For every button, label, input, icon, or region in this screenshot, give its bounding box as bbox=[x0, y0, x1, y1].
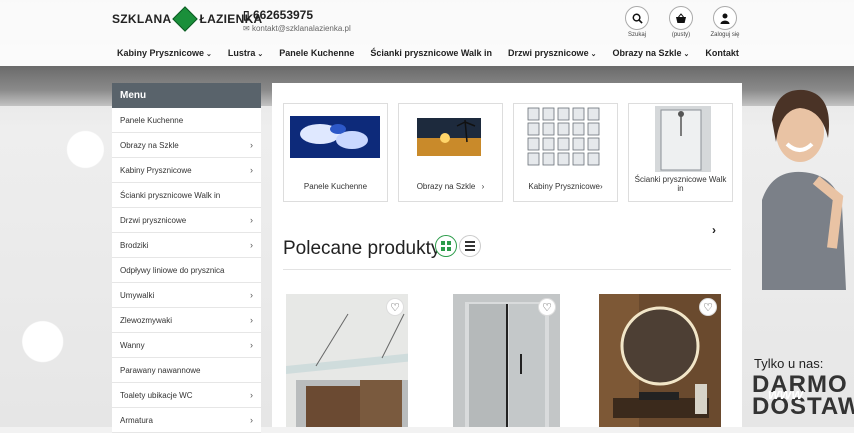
chevron-right-icon: › bbox=[250, 215, 253, 225]
nav-item-lustra[interactable]: Lustra ⌄ bbox=[220, 42, 271, 64]
menu-item-brodziki[interactable]: Brodziki › bbox=[112, 233, 261, 258]
chevron-down-icon: ⌄ bbox=[683, 51, 690, 58]
chevron-right-icon: › bbox=[250, 340, 253, 350]
product-card-mirror[interactable]: ♡ bbox=[599, 294, 721, 427]
site-logo[interactable]: SZKLANA ŁAZIENKA bbox=[112, 6, 263, 32]
user-icon bbox=[713, 6, 737, 30]
menu-title: Menu bbox=[112, 83, 261, 108]
category-carousel: Panele Kuchenne Obrazy na Szkle › Kabiny… bbox=[283, 103, 733, 202]
login-label: Zaloguj się bbox=[710, 32, 740, 38]
menu-item-scianki[interactable]: Ścianki prysznicowe Walk in bbox=[112, 183, 261, 208]
chevron-right-icon: › bbox=[250, 315, 253, 325]
logo-text-left: SZKLANA bbox=[112, 12, 172, 26]
wishlist-heart-icon[interactable]: ♡ bbox=[386, 298, 404, 316]
nav-item-drzwi[interactable]: Drzwi prysznicowe ⌄ bbox=[500, 42, 604, 64]
search-button[interactable]: Szukaj bbox=[620, 6, 654, 38]
chevron-down-icon: ⌄ bbox=[206, 51, 212, 58]
section-title: Polecane produkty bbox=[283, 238, 441, 259]
category-card-kabiny[interactable]: Kabiny Prysznicowe› bbox=[513, 103, 618, 202]
grid-view-button[interactable] bbox=[435, 235, 457, 257]
menu-item-wanny[interactable]: Wanny › bbox=[112, 333, 261, 358]
search-label: Szukaj bbox=[627, 32, 646, 38]
category-label: Panele Kuchenne bbox=[303, 182, 368, 191]
carousel-next-arrow-icon[interactable]: › bbox=[712, 223, 716, 237]
glass-painting-image bbox=[417, 118, 481, 156]
login-button[interactable]: Zaloguj się bbox=[708, 6, 742, 38]
smiling-woman-image bbox=[762, 89, 846, 290]
wishlist-heart-icon[interactable]: ♡ bbox=[699, 298, 717, 316]
chevron-right-icon: › bbox=[250, 165, 253, 175]
menu-item-kabiny[interactable]: Kabiny Prysznicowe › bbox=[112, 158, 261, 183]
chevron-down-icon: ⌄ bbox=[257, 51, 264, 58]
promo-www: www bbox=[768, 386, 804, 403]
menu-item-parawany[interactable]: Parawany nawannowe bbox=[112, 358, 261, 383]
phone-number[interactable]: ▯ 662653975 bbox=[243, 8, 313, 22]
chevron-right-icon: › bbox=[250, 140, 253, 150]
search-icon bbox=[625, 6, 649, 30]
basket-icon bbox=[669, 6, 693, 30]
category-card-obrazy[interactable]: Obrazy na Szkle › bbox=[398, 103, 503, 202]
chevron-right-icon: › bbox=[250, 240, 253, 250]
kitchen-panel-image bbox=[290, 116, 380, 158]
phone-icon: ▯ bbox=[243, 8, 250, 22]
chevron-right-icon: › bbox=[250, 390, 253, 400]
nav-item-panele[interactable]: Panele Kuchenne bbox=[271, 42, 362, 64]
main-content: Panele Kuchenne Obrazy na Szkle › Kabiny… bbox=[272, 83, 742, 427]
menu-item-panele[interactable]: Panele Kuchenne bbox=[112, 108, 261, 133]
wishlist-heart-icon[interactable]: ♡ bbox=[538, 298, 556, 316]
menu-item-umywalki[interactable]: Umywalki › bbox=[112, 283, 261, 308]
cart-button[interactable]: (pusty) bbox=[664, 6, 698, 38]
nav-item-obrazy[interactable]: Obrazy na Szkle ⌄ bbox=[604, 42, 697, 64]
promo-tagline: Tylko u nas: bbox=[754, 356, 824, 371]
menu-item-drzwi[interactable]: Drzwi prysznicowe › bbox=[112, 208, 261, 233]
menu-item-toalety[interactable]: Toalety ubikacje WC › bbox=[112, 383, 261, 408]
nav-item-scianki[interactable]: Ścianki prysznicowe Walk in bbox=[362, 42, 500, 64]
chevron-right-icon: › bbox=[250, 290, 253, 300]
promo-banner[interactable]: Tylko u nas: DARMO DOSTAW www bbox=[742, 66, 854, 427]
main-navigation: Kabiny Prysznicowe ⌄ Lustra ⌄ Panele Kuche… bbox=[112, 42, 747, 64]
menu-item-zlewozmywaki[interactable]: Zlewozmywaki › bbox=[112, 308, 261, 333]
chevron-down-icon: ⌄ bbox=[590, 51, 597, 58]
sidebar-menu: Menu Panele Kuchenne Obrazy na Szkle › Ka… bbox=[112, 83, 261, 433]
category-label: Kabiny Prysznicowe› bbox=[528, 182, 603, 191]
shower-cabins-grid-image bbox=[527, 107, 600, 166]
email-link[interactable]: ✉ kontakt@szklanalazienka.pl bbox=[243, 24, 351, 33]
list-view-icon bbox=[465, 241, 475, 251]
chevron-right-icon: › bbox=[481, 182, 485, 191]
category-label: Obrazy na Szkle › bbox=[416, 182, 485, 191]
nav-item-kabiny[interactable]: Kabiny Prysznicowe ⌄ bbox=[112, 42, 220, 64]
menu-item-armatura[interactable]: Armatura › bbox=[112, 408, 261, 433]
category-label: Ścianki prysznicowe Walk in bbox=[634, 175, 727, 193]
list-view-button[interactable] bbox=[459, 235, 481, 257]
category-card-scianki[interactable]: Ścianki prysznicowe Walk in bbox=[628, 103, 733, 202]
product-card-shower-door[interactable]: ♡ bbox=[453, 294, 560, 427]
emerald-gem-icon bbox=[172, 6, 199, 32]
menu-item-obrazy[interactable]: Obrazy na Szkle › bbox=[112, 133, 261, 158]
menu-item-odplywy[interactable]: Odpływy liniowe do prysznica bbox=[112, 258, 261, 283]
header-actions: Szukaj (pusty) Zaloguj się bbox=[620, 6, 742, 38]
section-divider bbox=[283, 269, 731, 270]
cart-label: (pusty) bbox=[671, 32, 691, 38]
product-card-canopy[interactable]: ♡ bbox=[286, 294, 408, 427]
grid-view-icon bbox=[441, 241, 451, 251]
chevron-right-icon: › bbox=[250, 415, 253, 425]
category-card-panele[interactable]: Panele Kuchenne bbox=[283, 103, 388, 202]
nav-item-kontakt[interactable]: Kontakt bbox=[697, 42, 747, 64]
walk-in-wall-image bbox=[655, 106, 711, 172]
site-header: SZKLANA ŁAZIENKA ▯ 662653975 ✉ kontakt@s… bbox=[0, 0, 854, 66]
envelope-icon: ✉ bbox=[243, 24, 250, 33]
